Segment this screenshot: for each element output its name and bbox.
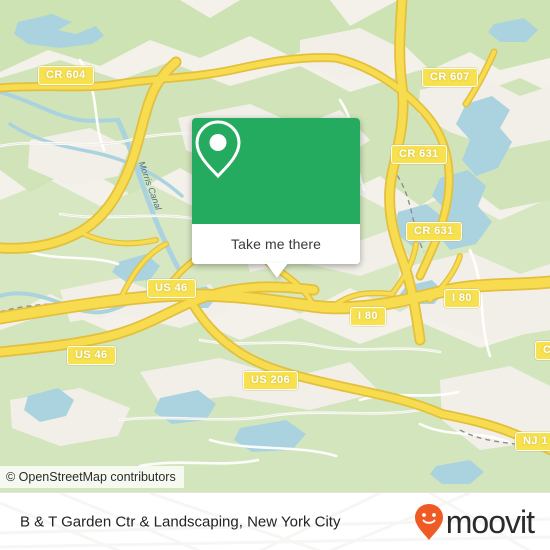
map-screenshot: Morris Canal CR 604 CR 607 CR 631 CR 631 US … xyxy=(0,0,550,550)
location-popup-card[interactable]: Take me there xyxy=(192,118,360,278)
road-shield: CR 607 xyxy=(422,68,478,87)
take-me-there-button[interactable]: Take me there xyxy=(192,224,360,264)
popup-tail xyxy=(266,263,288,278)
take-me-there-label: Take me there xyxy=(230,236,321,252)
road-shield: US 46 xyxy=(67,346,116,365)
road-shield: CR xyxy=(535,341,550,360)
moovit-logo[interactable]: moovit xyxy=(414,504,535,540)
road-shield: I 80 xyxy=(350,307,386,326)
popup-image-area xyxy=(192,118,360,224)
road-shield: US 46 xyxy=(147,279,196,298)
road-shield: I 80 xyxy=(444,289,480,308)
road-shield: US 206 xyxy=(243,371,299,390)
map-canvas[interactable]: Morris Canal CR 604 CR 607 CR 631 CR 631 US … xyxy=(0,0,550,492)
map-pin-icon xyxy=(195,120,241,179)
moovit-pin-smiley-icon xyxy=(414,504,443,540)
road-shield: NJ 1 xyxy=(515,432,550,451)
road-shield: CR 631 xyxy=(391,145,447,164)
footer-bar: B & T Garden Ctr & Landscaping, New York… xyxy=(0,492,550,550)
moovit-wordmark: moovit xyxy=(445,504,535,540)
osm-attribution[interactable]: © OpenStreetMap contributors xyxy=(0,466,184,488)
road-shield: CR 604 xyxy=(38,66,94,85)
road-shield: CR 631 xyxy=(406,222,462,241)
page-title: B & T Garden Ctr & Landscaping, New York… xyxy=(20,513,341,531)
